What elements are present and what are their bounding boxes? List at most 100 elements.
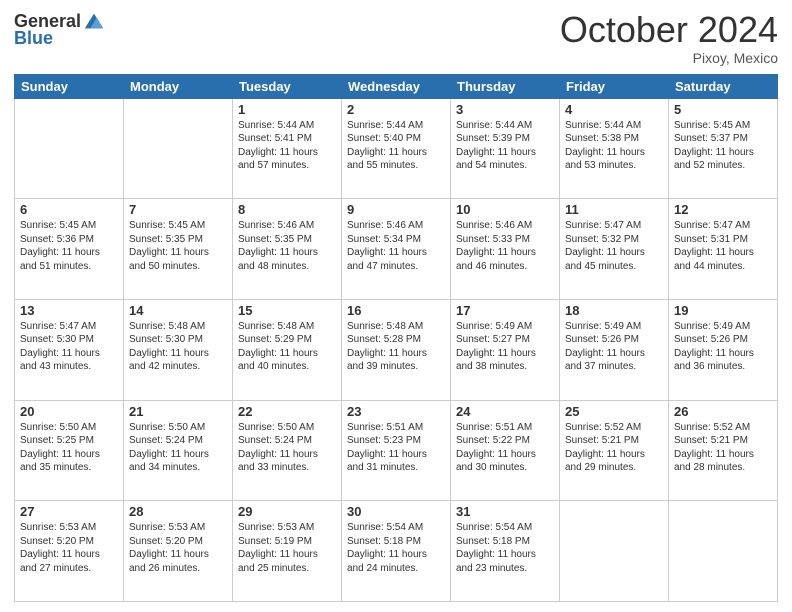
day-info: Sunrise: 5:49 AMSunset: 5:26 PMDaylight:… [565,320,663,374]
day-number: 12 [674,202,772,217]
day-info: Sunrise: 5:49 AMSunset: 5:26 PMDaylight:… [674,320,772,374]
col-thursday: Thursday [451,74,560,98]
day-number: 18 [565,303,663,318]
day-number: 1 [238,102,336,117]
day-info: Sunrise: 5:48 AMSunset: 5:29 PMDaylight:… [238,320,336,374]
day-number: 13 [20,303,118,318]
day-number: 24 [456,404,554,419]
day-info: Sunrise: 5:54 AMSunset: 5:18 PMDaylight:… [347,521,445,575]
day-info: Sunrise: 5:48 AMSunset: 5:28 PMDaylight:… [347,320,445,374]
day-info: Sunrise: 5:50 AMSunset: 5:25 PMDaylight:… [20,421,118,475]
day-number: 6 [20,202,118,217]
day-info: Sunrise: 5:44 AMSunset: 5:38 PMDaylight:… [565,119,663,173]
day-number: 22 [238,404,336,419]
day-number: 26 [674,404,772,419]
calendar-cell: 2Sunrise: 5:44 AMSunset: 5:40 PMDaylight… [342,98,451,199]
col-sunday: Sunday [15,74,124,98]
calendar-cell: 14Sunrise: 5:48 AMSunset: 5:30 PMDayligh… [124,299,233,400]
day-info: Sunrise: 5:47 AMSunset: 5:32 PMDaylight:… [565,219,663,273]
calendar-cell: 23 Sunrise: 5:51 AMSunset: 5:23 PMDayligh… [342,400,451,501]
day-info: Sunrise: 5:52 AMSunset: 5:21 PMDaylight:… [674,421,772,475]
col-tuesday: Tuesday [233,74,342,98]
day-number: 8 [238,202,336,217]
calendar-cell: 11 Sunrise: 5:47 AMSunset: 5:32 PMDayligh… [560,199,669,300]
calendar-cell [560,501,669,602]
day-info: Sunrise: 5:51 AMSunset: 5:22 PMDaylight:… [456,421,554,475]
day-info: Sunrise: 5:54 AMSunset: 5:18 PMDaylight:… [456,521,554,575]
day-number: 21 [129,404,227,419]
week-row-3: 13 Sunrise: 5:47 AMSunset: 5:30 PMDayligh… [15,299,778,400]
day-info: Sunrise: 5:49 AMSunset: 5:27 PMDaylight:… [456,320,554,374]
day-info: Sunrise: 5:44 AMSunset: 5:39 PMDaylight:… [456,119,554,173]
month-title: October 2024 [560,10,778,50]
week-row-4: 20 Sunrise: 5:50 AMSunset: 5:25 PMDayligh… [15,400,778,501]
calendar-cell: 29 Sunrise: 5:53 AMSunset: 5:19 PMDayligh… [233,501,342,602]
logo-icon [83,10,105,32]
day-number: 29 [238,504,336,519]
day-number: 27 [20,504,118,519]
calendar-cell: 1 Sunrise: 5:44 AMSunset: 5:41 PMDaylight… [233,98,342,199]
calendar-cell: 21 Sunrise: 5:50 AMSunset: 5:24 PMDayligh… [124,400,233,501]
calendar-cell: 6 Sunrise: 5:45 AMSunset: 5:36 PMDaylight… [15,199,124,300]
day-number: 28 [129,504,227,519]
location: Pixoy, Mexico [560,50,778,66]
calendar-cell: 3Sunrise: 5:44 AMSunset: 5:39 PMDaylight… [451,98,560,199]
calendar-cell: 26 Sunrise: 5:52 AMSunset: 5:21 PMDayligh… [669,400,778,501]
calendar-cell: 8 Sunrise: 5:46 AMSunset: 5:35 PMDaylight… [233,199,342,300]
day-info: Sunrise: 5:53 AMSunset: 5:20 PMDaylight:… [129,521,227,575]
calendar-cell: 13 Sunrise: 5:47 AMSunset: 5:30 PMDayligh… [15,299,124,400]
day-info: Sunrise: 5:47 AMSunset: 5:30 PMDaylight:… [20,320,118,374]
col-wednesday: Wednesday [342,74,451,98]
day-number: 14 [129,303,227,318]
title-block: October 2024 Pixoy, Mexico [560,10,778,66]
week-row-1: 1 Sunrise: 5:44 AMSunset: 5:41 PMDaylight… [15,98,778,199]
calendar-cell: 24 Sunrise: 5:51 AMSunset: 5:22 PMDayligh… [451,400,560,501]
day-number: 19 [674,303,772,318]
calendar-table: Sunday Monday Tuesday Wednesday Thursday… [14,74,778,602]
day-number: 31 [456,504,554,519]
day-info: Sunrise: 5:52 AMSunset: 5:21 PMDaylight:… [565,421,663,475]
calendar-cell: 4Sunrise: 5:44 AMSunset: 5:38 PMDaylight… [560,98,669,199]
day-info: Sunrise: 5:53 AMSunset: 5:20 PMDaylight:… [20,521,118,575]
day-info: Sunrise: 5:44 AMSunset: 5:40 PMDaylight:… [347,119,445,173]
calendar-cell: 19 Sunrise: 5:49 AMSunset: 5:26 PMDayligh… [669,299,778,400]
day-info: Sunrise: 5:46 AMSunset: 5:33 PMDaylight:… [456,219,554,273]
day-info: Sunrise: 5:53 AMSunset: 5:19 PMDaylight:… [238,521,336,575]
col-saturday: Saturday [669,74,778,98]
day-number: 9 [347,202,445,217]
day-number: 10 [456,202,554,217]
day-info: Sunrise: 5:44 AMSunset: 5:41 PMDaylight:… [238,119,336,173]
calendar-cell [124,98,233,199]
calendar-header-row: Sunday Monday Tuesday Wednesday Thursday… [15,74,778,98]
calendar-cell: 27 Sunrise: 5:53 AMSunset: 5:20 PMDayligh… [15,501,124,602]
calendar-cell: 5Sunrise: 5:45 AMSunset: 5:37 PMDaylight… [669,98,778,199]
day-info: Sunrise: 5:47 AMSunset: 5:31 PMDaylight:… [674,219,772,273]
day-info: Sunrise: 5:45 AMSunset: 5:35 PMDaylight:… [129,219,227,273]
calendar-cell [669,501,778,602]
calendar-cell: 15 Sunrise: 5:48 AMSunset: 5:29 PMDayligh… [233,299,342,400]
day-number: 15 [238,303,336,318]
logo-blue-text: Blue [14,28,53,49]
calendar-cell: 20 Sunrise: 5:50 AMSunset: 5:25 PMDayligh… [15,400,124,501]
day-number: 23 [347,404,445,419]
day-number: 11 [565,202,663,217]
day-info: Sunrise: 5:45 AMSunset: 5:36 PMDaylight:… [20,219,118,273]
day-info: Sunrise: 5:46 AMSunset: 5:34 PMDaylight:… [347,219,445,273]
day-info: Sunrise: 5:50 AMSunset: 5:24 PMDaylight:… [238,421,336,475]
col-monday: Monday [124,74,233,98]
day-info: Sunrise: 5:51 AMSunset: 5:23 PMDaylight:… [347,421,445,475]
day-info: Sunrise: 5:50 AMSunset: 5:24 PMDaylight:… [129,421,227,475]
day-number: 7 [129,202,227,217]
calendar-cell: 16Sunrise: 5:48 AMSunset: 5:28 PMDayligh… [342,299,451,400]
week-row-2: 6 Sunrise: 5:45 AMSunset: 5:36 PMDaylight… [15,199,778,300]
day-info: Sunrise: 5:46 AMSunset: 5:35 PMDaylight:… [238,219,336,273]
day-number: 17 [456,303,554,318]
calendar-cell: 30Sunrise: 5:54 AMSunset: 5:18 PMDayligh… [342,501,451,602]
calendar-cell: 7 Sunrise: 5:45 AMSunset: 5:35 PMDaylight… [124,199,233,300]
day-info: Sunrise: 5:45 AMSunset: 5:37 PMDaylight:… [674,119,772,173]
calendar-cell: 25Sunrise: 5:52 AMSunset: 5:21 PMDayligh… [560,400,669,501]
calendar-cell: 9 Sunrise: 5:46 AMSunset: 5:34 PMDaylight… [342,199,451,300]
calendar-cell: 10 Sunrise: 5:46 AMSunset: 5:33 PMDayligh… [451,199,560,300]
day-number: 20 [20,404,118,419]
calendar-page: General Blue October 2024 Pixoy, Mexico … [0,0,792,612]
